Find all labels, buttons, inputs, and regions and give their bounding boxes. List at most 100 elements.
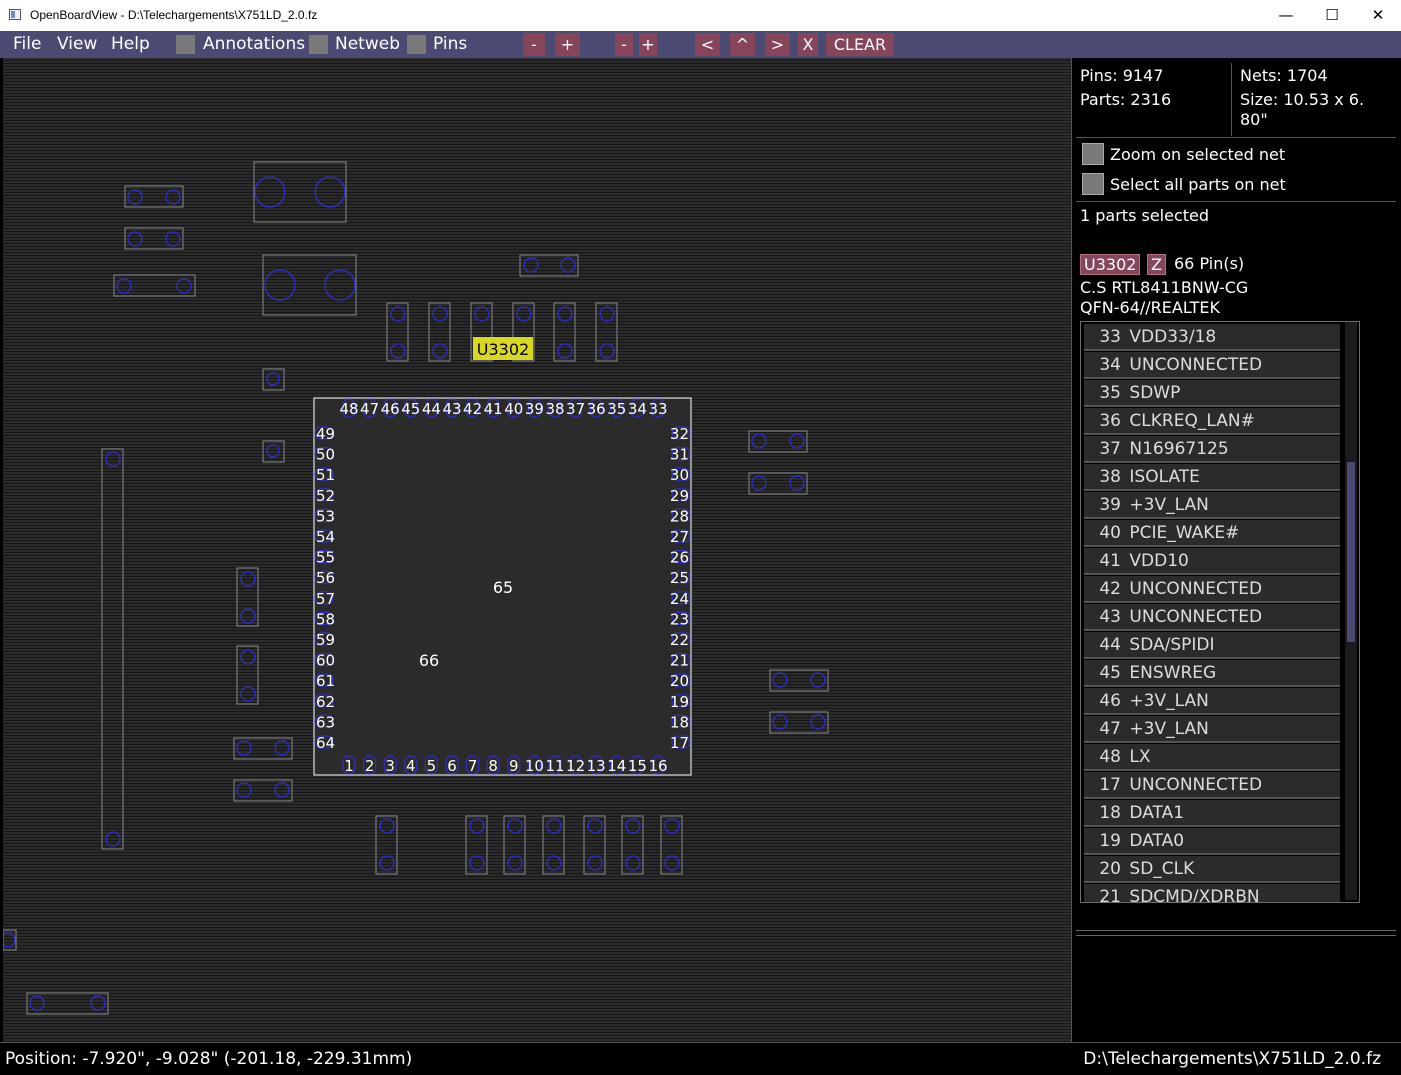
clear-button[interactable]: CLEAR — [826, 33, 894, 56]
chip-pin-label: 36 — [587, 400, 606, 418]
pin-list-scrollbar[interactable] — [1345, 322, 1357, 900]
zoom-on-net-label: Zoom on selected net — [1110, 145, 1286, 164]
pad — [264, 269, 296, 301]
zoom-out-button[interactable]: - — [523, 33, 545, 56]
pad — [165, 231, 181, 247]
zoom-in-button[interactable]: + — [555, 33, 580, 56]
prev-button[interactable]: < — [695, 33, 720, 56]
pin-list-row[interactable]: 17 UNCONNECTED — [1084, 772, 1340, 799]
chip-pin-label: 54 — [316, 528, 335, 546]
pin-list-row[interactable]: 35 SDWP — [1084, 380, 1340, 407]
pad — [546, 818, 562, 834]
pad — [240, 686, 256, 702]
window-title: OpenBoardView - D:\Telechargements\X751L… — [30, 8, 318, 22]
board-canvas[interactable]: 48 47 46 45 44 43 42 41 40 39 38 37 36 35 34 33 1 2 3 4 5 6 7 8… — [3, 58, 1071, 1042]
pin-list[interactable]: 33 VDD33/18 34 UNCONNECTED 35 SDWP 36 CLKRE… — [1080, 321, 1360, 903]
clear-x-button[interactable]: X — [798, 33, 818, 56]
chip-pin-label: 3 — [385, 757, 395, 775]
pad — [557, 343, 573, 359]
chip-pin-label: 12 — [566, 757, 585, 775]
file-path: D:\Telechargements\X751LD_2.0.fz — [1083, 1049, 1381, 1069]
menu-help[interactable]: Help — [111, 31, 150, 58]
chip-pin-label: 34 — [628, 400, 647, 418]
pin-list-row[interactable]: 41 VDD10 — [1084, 548, 1340, 575]
pin-list-row[interactable]: 20 SD_CLK — [1084, 856, 1340, 883]
pin-list-row[interactable]: 44 SDA/SPIDI — [1084, 632, 1340, 659]
part-name-button[interactable]: U3302 — [1080, 254, 1141, 275]
pin-list-row[interactable]: 21 SDCMD/XDRBN — [1084, 884, 1340, 902]
component-outline — [262, 440, 285, 463]
title-bar: OpenBoardView - D:\Telechargements\X751L… — [0, 0, 1401, 32]
pad — [507, 855, 523, 871]
pin-net-name: CLKREQ_LAN# — [1124, 411, 1255, 431]
pin-list-row[interactable]: 18 DATA1 — [1084, 800, 1340, 827]
panel-divider — [1076, 935, 1396, 936]
part-zoom-button[interactable]: Z — [1147, 254, 1166, 275]
next-button[interactable]: > — [765, 33, 790, 56]
chip-pin-label: 58 — [316, 610, 335, 628]
component-outline — [262, 254, 357, 316]
pad — [432, 343, 448, 359]
pad — [587, 855, 603, 871]
pin-list-row[interactable]: 33 VDD33/18 — [1084, 324, 1340, 351]
board-graphics: 48 47 46 45 44 43 42 41 40 39 38 37 36 35 34 331 2 3 4 5 6 7 8… — [3, 161, 829, 1015]
chip-pin-label: 56 — [316, 569, 335, 587]
pin-list-row[interactable]: 47 +3V_LAN — [1084, 716, 1340, 743]
pin-list-row[interactable]: 37 N16967125 — [1084, 436, 1340, 463]
pin-list-row[interactable]: 46 +3V_LAN — [1084, 688, 1340, 715]
pin-net-name: SDA/SPIDI — [1124, 635, 1215, 655]
rotate-plus-button[interactable]: + — [639, 33, 657, 56]
pin-net-name: VDD33/18 — [1124, 327, 1217, 347]
pin-number: 33 — [1099, 327, 1121, 347]
chip-pin-label: 53 — [316, 507, 335, 525]
chip-pin-label: 64 — [316, 734, 335, 752]
pin-list-row[interactable]: 42 UNCONNECTED — [1084, 576, 1340, 603]
pad — [664, 818, 680, 834]
pad — [469, 818, 485, 834]
pins-checkbox[interactable] — [407, 35, 426, 54]
pin-list-row[interactable]: 45 ENSWREG — [1084, 660, 1340, 687]
zoom-on-net-checkbox[interactable] — [1082, 143, 1104, 165]
chip-pin-label: 19 — [670, 693, 689, 711]
chip-pin-label: 42 — [463, 400, 482, 418]
netweb-checkbox[interactable] — [309, 35, 328, 54]
part-description-1: C.S RTL8411BNW-CG — [1080, 278, 1249, 297]
pin-list-row[interactable]: 38 ISOLATE — [1084, 464, 1340, 491]
app-icon — [9, 9, 21, 20]
pin-list-row[interactable]: 34 UNCONNECTED — [1084, 352, 1340, 379]
chip-pin-label: 45 — [401, 400, 420, 418]
pad — [254, 176, 286, 208]
chip-pin-label: 37 — [566, 400, 585, 418]
chip-pin-label: 30 — [670, 466, 689, 484]
pin-list-row[interactable]: 40 PCIE_WAKE# — [1084, 520, 1340, 547]
up-button[interactable]: ^ — [730, 33, 755, 56]
pin-list-row[interactable]: 19 DATA0 — [1084, 828, 1340, 855]
pad — [557, 306, 573, 322]
chip-pin-label: 8 — [488, 757, 498, 775]
pad — [599, 306, 615, 322]
menu-file[interactable]: File — [13, 31, 41, 58]
pin-net-name: +3V_LAN — [1124, 719, 1209, 739]
pin-net-name: UNCONNECTED — [1124, 579, 1263, 599]
pin-list-row[interactable]: 48 LX — [1084, 744, 1340, 771]
select-all-parts-checkbox[interactable] — [1082, 173, 1104, 195]
pin-net-name: N16967125 — [1124, 439, 1229, 459]
rotate-minus-button[interactable]: - — [615, 33, 633, 56]
chip-pin-label: 57 — [316, 590, 335, 608]
scrollbar-thumb[interactable] — [1347, 462, 1355, 642]
minimize-button[interactable]: — — [1263, 0, 1309, 31]
panel-divider — [1076, 137, 1396, 138]
pad — [560, 257, 576, 273]
close-button[interactable]: ✕ — [1355, 0, 1401, 31]
pin-net-name: +3V_LAN — [1124, 495, 1209, 515]
menu-view[interactable]: View — [57, 31, 97, 58]
chip-pin-label: 40 — [504, 400, 523, 418]
pin-list-row[interactable]: 36 CLKREQ_LAN# — [1084, 408, 1340, 435]
pin-number: 17 — [1099, 775, 1121, 795]
component-outline — [253, 161, 347, 223]
annotations-checkbox[interactable] — [176, 35, 195, 54]
chip-pin-label: 38 — [545, 400, 564, 418]
pin-list-row[interactable]: 39 +3V_LAN — [1084, 492, 1340, 519]
pin-list-row[interactable]: 43 UNCONNECTED — [1084, 604, 1340, 631]
maximize-button[interactable]: ☐ — [1309, 0, 1355, 31]
